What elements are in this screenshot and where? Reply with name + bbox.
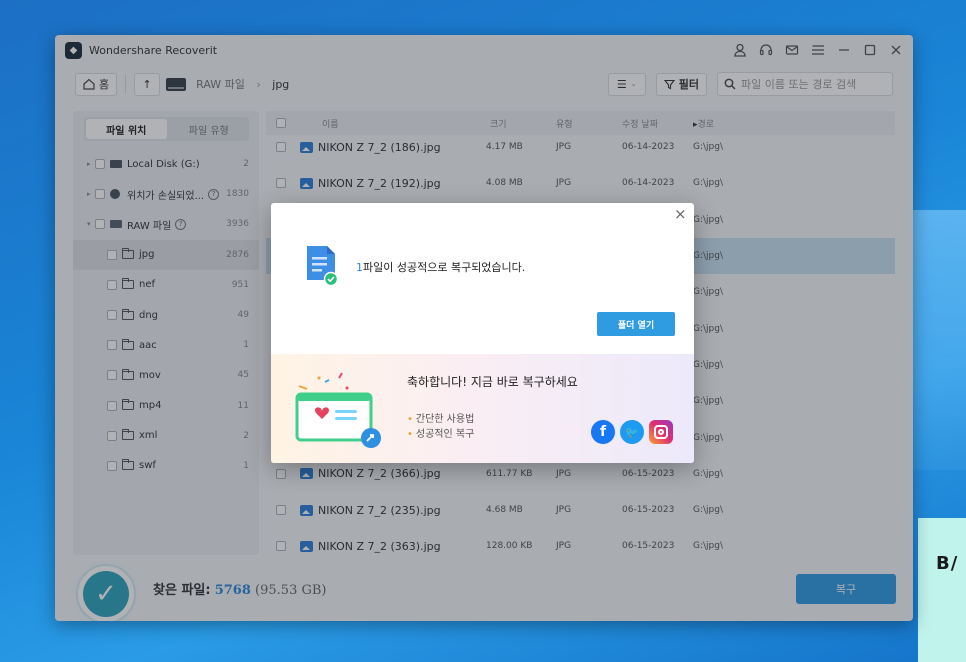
- bullet-icon: •: [407, 429, 413, 440]
- app-window: ◆ Wondershare Recoverit 홈 ↑ RAW 파일 › jpg…: [55, 35, 913, 621]
- success-message: 1파일이 성공적으로 복구되었습니다.: [356, 259, 525, 275]
- facebook-icon[interactable]: f: [591, 420, 615, 444]
- promo-banner: 축하합니다! 지금 바로 복구하세요 • 간단한 사용법 • 성공적인 복구 f 🐦: [271, 354, 694, 463]
- celebration-illustration: [295, 372, 381, 448]
- bullet-icon: •: [407, 414, 413, 425]
- success-text: 파일이 성공적으로 복구되었습니다.: [363, 261, 526, 274]
- document-success-icon: [307, 246, 337, 286]
- promo-item-label: 성공적인 복구: [415, 429, 475, 440]
- instagram-icon[interactable]: [649, 420, 673, 444]
- recovered-count: 1: [356, 261, 363, 274]
- close-icon[interactable]: ×: [674, 207, 688, 222]
- desktop-window-fragment: B/: [918, 518, 966, 662]
- twitter-icon[interactable]: 🐦: [620, 420, 644, 444]
- promo-item: • 성공적인 복구: [407, 427, 474, 442]
- promo-list: • 간단한 사용법 • 성공적인 복구: [407, 412, 474, 442]
- recovery-success-dialog: × 1파일이 성공적으로 복구되었습니다. 폴더 열기 축하합니다! 지금 바로…: [271, 203, 694, 463]
- open-folder-button[interactable]: 폴더 열기: [597, 312, 675, 336]
- social-links: f 🐦: [591, 420, 673, 444]
- promo-title: 축하합니다! 지금 바로 복구하세요: [407, 375, 578, 389]
- promo-item-label: 간단한 사용법: [415, 414, 475, 425]
- desktop-card-text: B/: [936, 553, 959, 574]
- promo-item: • 간단한 사용법: [407, 412, 474, 427]
